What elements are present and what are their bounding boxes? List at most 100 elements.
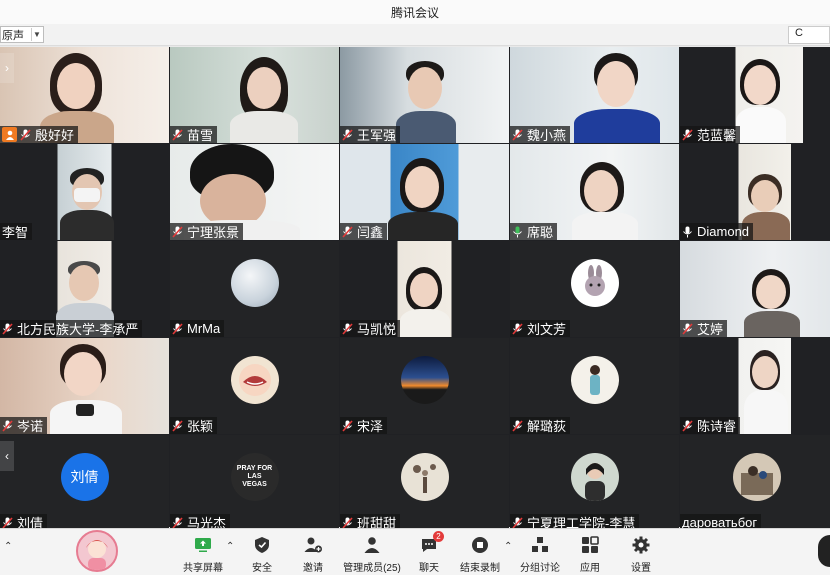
participant-tile[interactable]: 宋泽 (340, 338, 509, 434)
mic-muted-icon (172, 322, 183, 335)
apps-button[interactable]: 应用 (561, 533, 619, 574)
participant-namebar: 马凯悦 (340, 320, 401, 337)
breakout-icon (530, 535, 550, 555)
participant-namebar: 闫鑫 (340, 223, 388, 240)
participant-name: 张颖 (187, 419, 214, 434)
participant-avatar (400, 356, 449, 405)
chevron-up-icon[interactable]: ⌃ (4, 541, 12, 552)
participant-tile[interactable]: 刘倩 刘倩 ‹ (0, 435, 169, 531)
participant-tile[interactable]: 王军强 (340, 47, 509, 143)
participant-video (574, 53, 674, 143)
participant-tile[interactable]: Diamond (680, 144, 830, 240)
top-right-control[interactable]: C (788, 26, 830, 44)
participant-namebar: 解璐荻 (510, 417, 571, 434)
mic-muted-icon (172, 516, 183, 529)
participant-tile[interactable]: 李智 (0, 144, 169, 240)
window-title: 腾讯会议 (390, 5, 439, 20)
mic-muted-icon (682, 322, 693, 335)
participant-tile[interactable]: 宁夏理工学院-李慧 (510, 435, 679, 531)
mic-muted-icon (682, 419, 693, 432)
mic-muted-icon (172, 225, 183, 238)
participant-tile[interactable]: дароватьбог (680, 435, 830, 531)
self-avatar[interactable] (76, 530, 118, 572)
participant-tile[interactable]: 刘文芳 (510, 241, 679, 337)
mic-muted-icon (172, 419, 183, 432)
participant-namebar: Diamond (680, 223, 754, 240)
participant-namebar: 李智 (0, 223, 33, 240)
participant-namebar: 岑诺 (0, 417, 48, 434)
avatar-text: PRAY FOR LAS VEGAS (236, 465, 273, 489)
participant-video (744, 350, 792, 434)
mic-muted-icon (512, 516, 523, 529)
security-button[interactable]: 安全 (233, 533, 291, 574)
participant-video (396, 61, 466, 143)
participant-video (388, 158, 464, 240)
side-panel-toggle[interactable] (818, 535, 830, 567)
share-screen-icon (193, 535, 213, 555)
participant-tile[interactable]: 北方民族大学-李承严 (0, 241, 169, 337)
meeting-window: 腾讯会议 原声 ▼ C 殷好好 › 苗雪 王军强 魏小燕 范蓝馨 李智 宁理张景… (0, 0, 830, 575)
participant-tile[interactable]: 陈诗睿 (680, 338, 830, 434)
collapse-arrow[interactable]: ‹ (0, 441, 14, 471)
participant-tile[interactable]: 闫鑫 (340, 144, 509, 240)
participant-name: 宋泽 (357, 419, 384, 434)
participant-video (230, 57, 310, 143)
participant-tile[interactable]: 班甜甜 (340, 435, 509, 531)
chat-label: 聊天 (419, 563, 439, 574)
mic-muted-icon (342, 322, 353, 335)
settings-button[interactable]: 设置 (612, 533, 670, 574)
mic-muted-icon (342, 128, 353, 141)
mic-speaking-icon (512, 226, 523, 238)
invite-label: 邀请 (303, 563, 323, 574)
participant-namebar: MrMa (170, 320, 225, 337)
participant-name: 北方民族大学-李承严 (17, 322, 139, 337)
participant-tile-speaking[interactable]: 席聪 (510, 144, 679, 240)
participant-video (736, 59, 806, 143)
participant-namebar: 北方民族大学-李承严 (0, 320, 143, 337)
participant-tile[interactable]: 范蓝馨 (680, 47, 830, 143)
participant-tile[interactable]: 魏小燕 (510, 47, 679, 143)
top-right-text: C (795, 27, 803, 39)
top-toolbar: 原声 ▼ C (0, 24, 830, 46)
participant-tile[interactable]: 宁理张景 (170, 144, 339, 240)
add-user-icon (303, 535, 323, 555)
audio-mode-value: 原声 (2, 29, 24, 42)
chat-button[interactable]: 2 聊天 (400, 531, 458, 574)
invite-button[interactable]: 邀请 (284, 533, 342, 574)
security-label: 安全 (252, 563, 272, 574)
participant-tile[interactable]: 苗雪 (170, 47, 339, 143)
bottom-toolbar: ⌃ 共享屏幕 ⌃ 安全 邀请 管理成员(25) 2 聊天 结束录制 ⌃ 分组讨论… (0, 528, 830, 575)
mic-muted-icon (512, 419, 523, 432)
share-screen-label: 共享屏幕 (183, 563, 223, 574)
participant-video (50, 344, 130, 434)
participant-name: 闫鑫 (357, 225, 384, 240)
participant-tile[interactable]: MrMa (170, 241, 339, 337)
collapse-arrow[interactable]: › (0, 53, 14, 83)
participant-tile[interactable]: 解璐荻 (510, 338, 679, 434)
apps-label: 应用 (580, 563, 600, 574)
members-icon (362, 535, 382, 555)
participant-avatar (230, 259, 279, 308)
participant-name: 殷好好 (35, 128, 75, 143)
participant-avatar (230, 356, 279, 405)
participant-name: 席聪 (527, 225, 554, 240)
participant-tile[interactable]: 殷好好 › (0, 47, 169, 143)
participant-name: 魏小燕 (527, 128, 567, 143)
shield-icon (252, 535, 272, 555)
audio-mode-select[interactable]: 原声 ▼ (0, 26, 44, 43)
participant-name: 刘文芳 (527, 322, 567, 337)
participant-tile[interactable]: 岑诺 (0, 338, 169, 434)
participant-video (60, 168, 116, 240)
participant-name: 岑诺 (17, 419, 44, 434)
participant-tile[interactable]: 马凯悦 (340, 241, 509, 337)
participant-tile[interactable]: PRAY FOR LAS VEGAS 马光杰 (170, 435, 339, 531)
video-grid: 殷好好 › 苗雪 王军强 魏小燕 范蓝馨 李智 宁理张景 闫鑫 席聪 Diamo… (0, 47, 830, 531)
participant-name: 宁理张景 (187, 225, 240, 240)
share-screen-button[interactable]: 共享屏幕 (174, 533, 232, 574)
end-recording-button[interactable]: 结束录制 (451, 533, 509, 574)
end-recording-label: 结束录制 (460, 563, 500, 574)
participant-tile[interactable]: 张颖 (170, 338, 339, 434)
manage-members-button[interactable]: 管理成员(25) (340, 533, 404, 574)
mic-muted-icon (512, 128, 523, 141)
participant-tile[interactable]: 艾婷 (680, 241, 830, 337)
